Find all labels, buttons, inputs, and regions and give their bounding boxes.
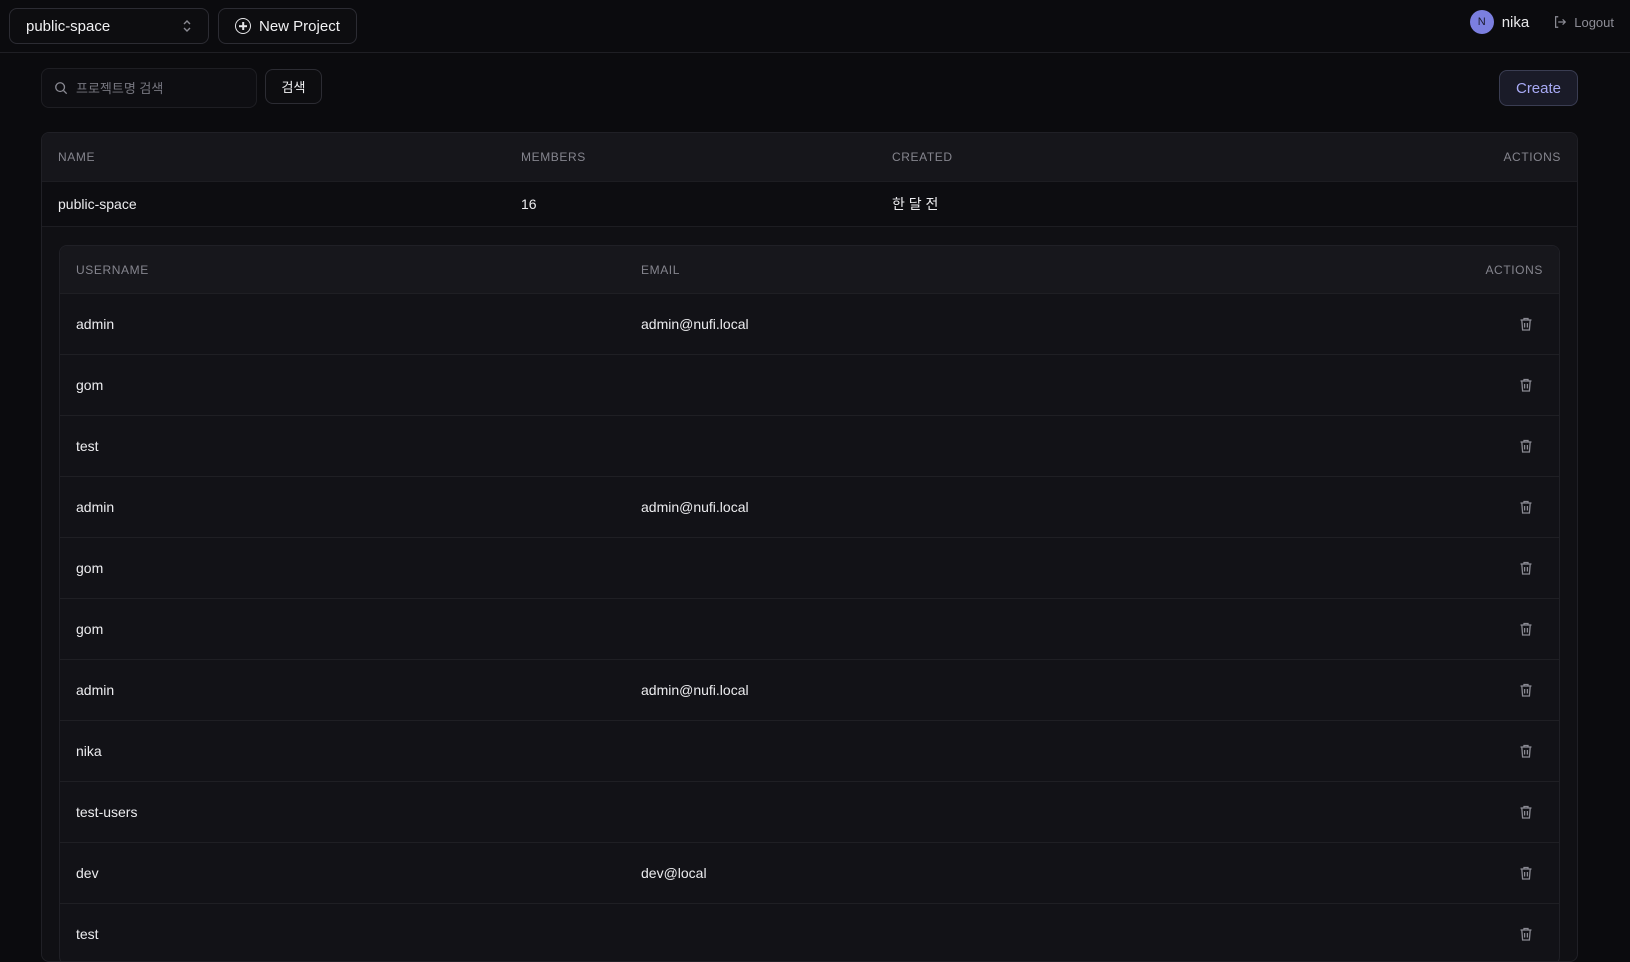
trash-icon[interactable] [1518,621,1534,637]
member-username: dev [76,865,99,881]
plus-circle-icon [235,18,251,34]
new-project-button[interactable]: New Project [218,8,357,44]
new-project-label: New Project [259,17,340,35]
trash-icon[interactable] [1518,743,1534,759]
member-row: admin admin@nufi.local [60,294,1559,355]
project-selector-label: public-space [26,17,111,35]
member-row: test [60,416,1559,477]
member-username: gom [76,560,104,576]
avatar[interactable]: N [1469,10,1494,34]
member-row: dev dev@local [60,843,1559,904]
member-row: admin admin@nufi.local [60,660,1559,721]
project-members: 16 [521,196,537,212]
member-email: dev@local [641,865,707,881]
member-email: admin@nufi.local [641,316,749,332]
search-box [41,68,257,108]
trash-icon[interactable] [1518,926,1534,942]
search-input[interactable] [76,80,246,96]
member-row: gom [60,599,1559,660]
trash-icon[interactable] [1518,804,1534,820]
member-row: gom [60,538,1559,599]
member-username: admin [76,682,115,698]
trash-icon[interactable] [1518,377,1534,393]
user-area: N nika Logout [1469,0,1614,44]
toolbar: 검색 Create [41,68,1578,108]
member-email: admin@nufi.local [641,499,749,515]
members-table-header: USERNAME EMAIL ACTIONS [60,246,1559,294]
logout-icon [1555,16,1567,28]
member-username: nika [76,743,102,759]
member-username: gom [76,377,104,393]
member-username: gom [76,621,104,637]
project-created: 한 달 전 [892,196,939,212]
top-bar: public-space New Project N nika Logout [0,0,1630,53]
members-table: USERNAME EMAIL ACTIONS admin admin@nufi.… [59,245,1560,961]
member-username: admin [76,499,115,515]
trash-icon[interactable] [1518,438,1534,454]
header-email: EMAIL [641,262,681,277]
create-button[interactable]: Create [1499,70,1578,106]
member-username: test [76,438,99,454]
search-button[interactable]: 검색 [265,69,322,104]
project-selector[interactable]: public-space [9,8,209,44]
project-name: public-space [58,196,137,212]
search-icon [55,82,68,95]
member-username: admin [76,316,115,332]
header-name: NAME [58,150,96,164]
trash-icon[interactable] [1518,682,1534,698]
header-member-actions: ACTIONS [1485,262,1543,277]
trash-icon[interactable] [1518,560,1534,576]
member-email: admin@nufi.local [641,682,749,698]
username-label: nika [1501,13,1530,31]
header-actions: ACTIONS [1503,150,1561,164]
header-username: USERNAME [76,262,149,277]
trash-icon[interactable] [1518,499,1534,515]
logout-label: Logout [1574,14,1614,30]
member-row: gom [60,355,1559,416]
member-row: test-users [60,782,1559,843]
member-row: nika [60,721,1559,782]
trash-icon[interactable] [1518,316,1534,332]
logout-button[interactable]: Logout [1553,15,1614,30]
member-username: test-users [76,804,138,820]
member-row: test [60,904,1559,961]
chevron-up-down-icon [182,19,192,33]
member-username: test [76,926,99,942]
projects-table-header: NAME MEMBERS CREATED ACTIONS [42,133,1577,182]
project-row[interactable]: public-space 16 한 달 전 [42,182,1577,227]
trash-icon[interactable] [1518,865,1534,881]
header-created: CREATED [892,150,953,164]
header-members: MEMBERS [521,150,586,164]
projects-table: NAME MEMBERS CREATED ACTIONS public-spac… [41,132,1578,962]
member-row: admin admin@nufi.local [60,477,1559,538]
